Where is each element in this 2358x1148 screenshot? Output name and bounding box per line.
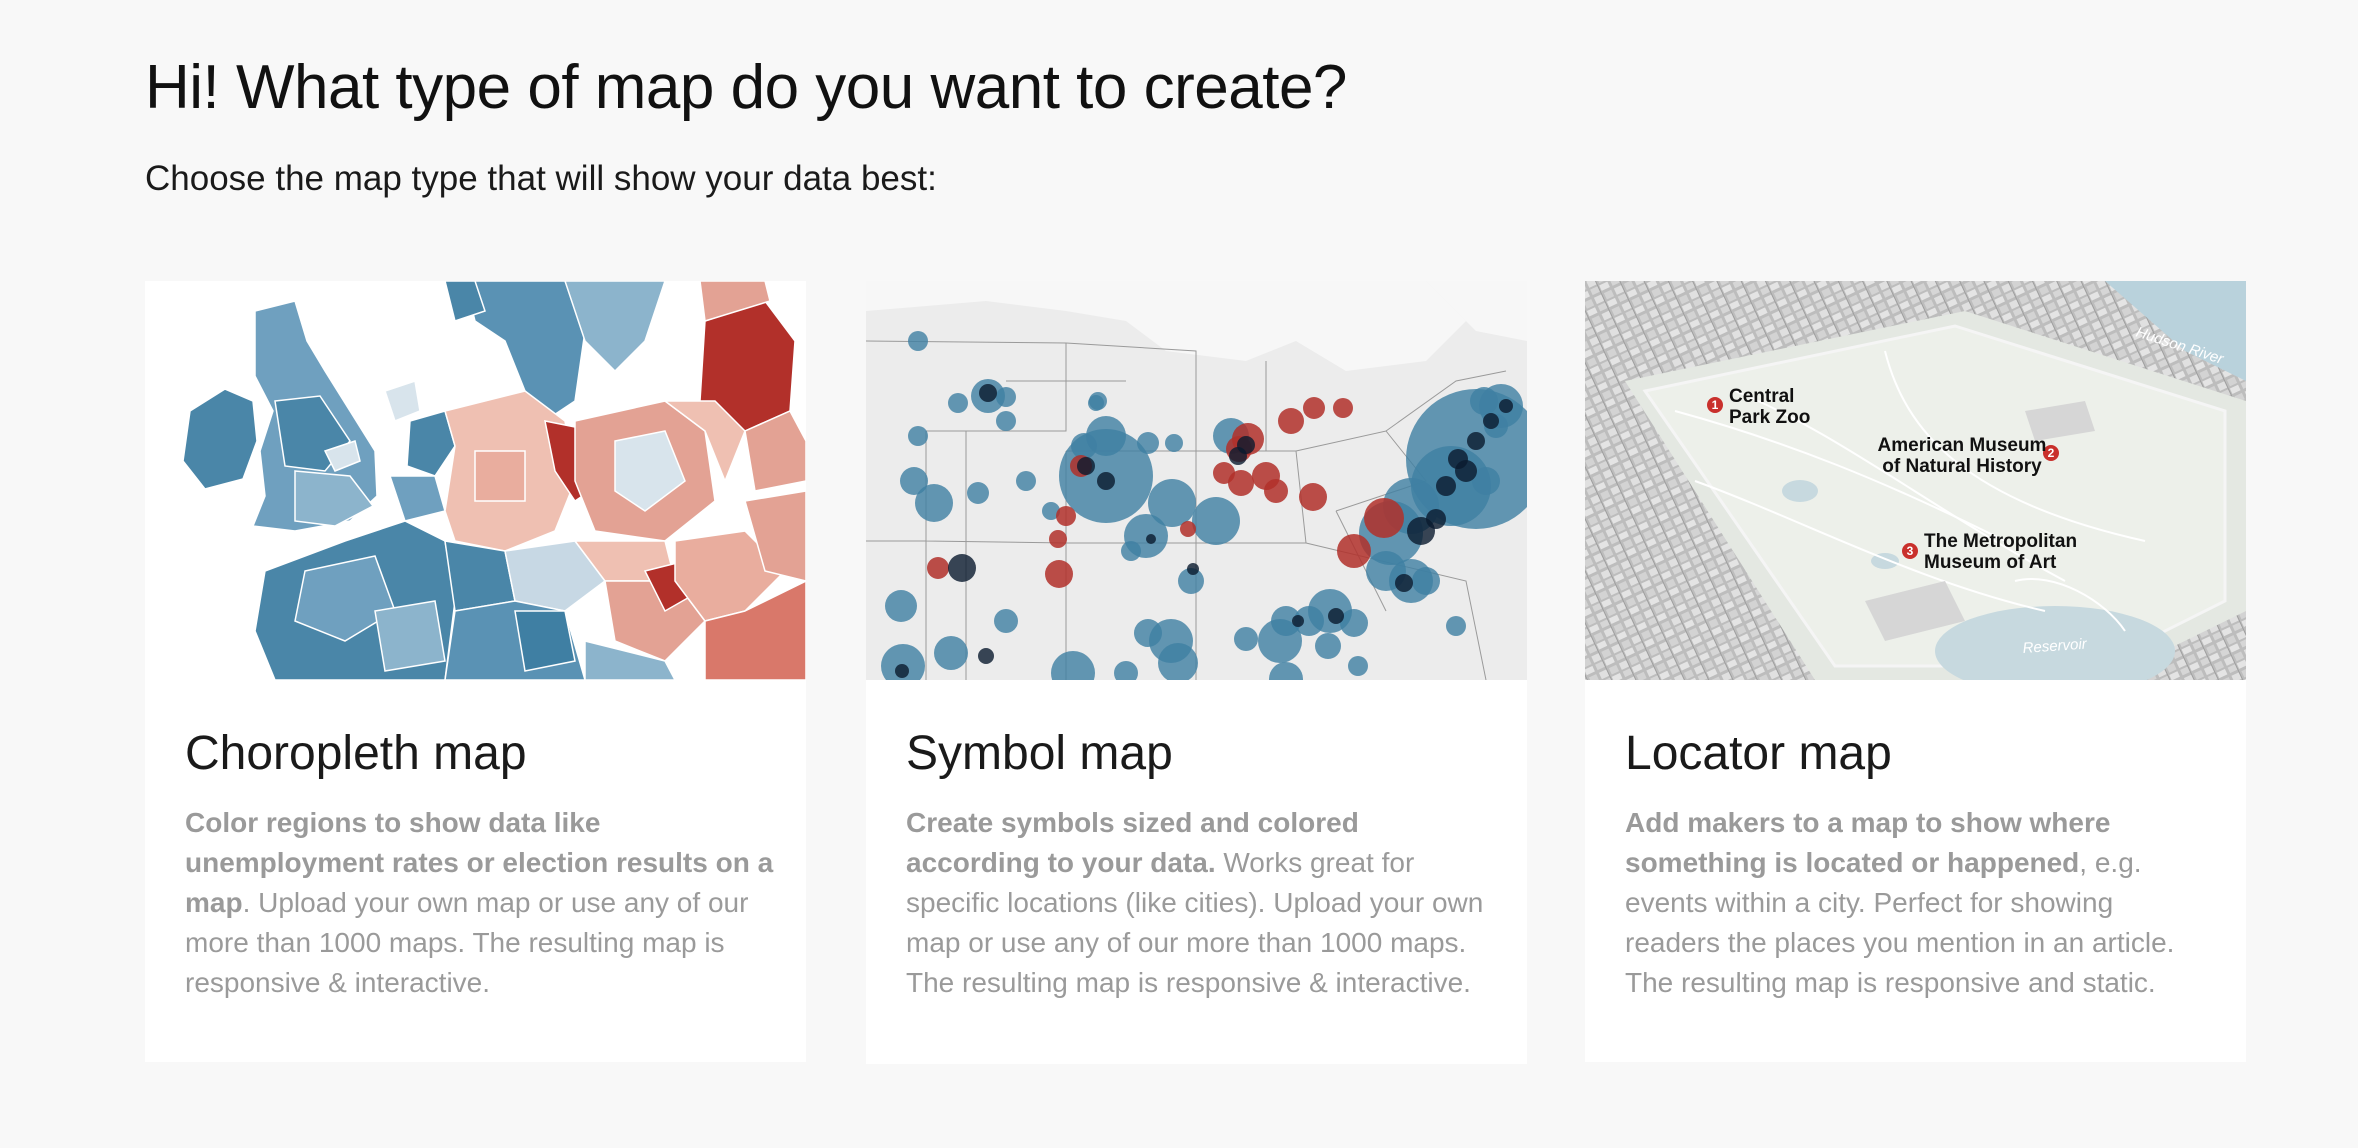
symbol-map-card[interactable]: Symbol map Create symbols sized and colo…: [866, 281, 1527, 1064]
svg-text:The Metropolitan: The Metropolitan: [1924, 531, 2077, 552]
locator-desc-bold: Add makers to a map to show where someth…: [1625, 807, 2111, 878]
page-title: Hi! What type of map do you want to crea…: [145, 53, 1347, 122]
symbol-map-title: Symbol map: [906, 727, 1173, 780]
svg-text:1: 1: [1712, 398, 1719, 412]
symbol-map-thumbnail: [866, 281, 1527, 680]
symbol-map-description: Create symbols sized and colored accordi…: [906, 803, 1496, 1003]
svg-text:of Natural History: of Natural History: [1882, 456, 2042, 477]
locator-map-title: Locator map: [1625, 727, 1892, 780]
locator-map-card[interactable]: 1 Central Park Zoo 2 American Museum of …: [1585, 281, 2246, 1062]
choropleth-map-card[interactable]: Choropleth map Color regions to show dat…: [145, 281, 806, 1062]
svg-text:American Museum: American Museum: [1878, 435, 2047, 456]
locator-map-thumbnail: 1 Central Park Zoo 2 American Museum of …: [1585, 281, 2246, 680]
locator-map-description: Add makers to a map to show where someth…: [1625, 803, 2215, 1003]
locator-marker-2: 2 American Museum of Natural History: [1878, 435, 2059, 477]
choropleth-map-thumbnail: [145, 281, 806, 680]
svg-text:Central: Central: [1729, 386, 1794, 407]
choropleth-map-description: Color regions to show data like unemploy…: [185, 803, 775, 1003]
svg-text:2: 2: [2048, 446, 2055, 460]
choropleth-map-title: Choropleth map: [185, 727, 527, 780]
locator-marker-3: 3 The Metropolitan Museum of Art: [1902, 531, 2077, 573]
choropleth-desc-rest: . Upload your own map or use any of our …: [185, 887, 749, 998]
svg-text:Museum of Art: Museum of Art: [1924, 552, 2057, 573]
page-subtitle: Choose the map type that will show your …: [145, 159, 937, 198]
svg-text:3: 3: [1907, 544, 1914, 558]
svg-text:Park Zoo: Park Zoo: [1729, 407, 1810, 428]
